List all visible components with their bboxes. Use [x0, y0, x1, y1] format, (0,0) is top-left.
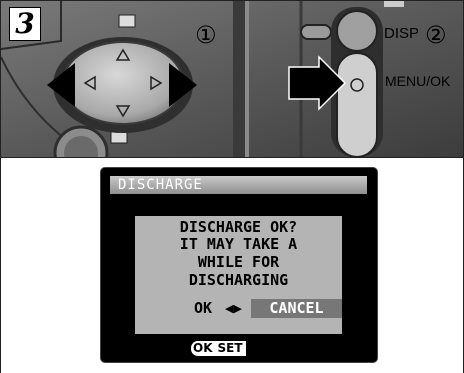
callout-two: ②: [425, 21, 447, 49]
message-line-4: DISCHARGING: [188, 271, 289, 289]
message-line-2: IT MAY TAKE A: [179, 235, 298, 253]
message-line-1: DISCHARGE OK?: [179, 218, 298, 236]
disp-label: DISP: [384, 25, 420, 42]
dialog-title: DISCHARGE: [118, 177, 203, 193]
ok-set-hint: OK SET: [191, 341, 246, 356]
dialog-title-bar: DISCHARGE: [110, 176, 367, 194]
camera-photo: 3 ① ② DISP MENU/OK: [1, 1, 463, 157]
callout-one: ①: [195, 21, 217, 49]
step-number: 3: [9, 7, 41, 41]
set-hint-label: SET: [214, 341, 246, 356]
menu-ok-label: MENU/OK: [385, 73, 451, 89]
instruction-figure: 3 ① ② DISP MENU/OK DISCHARGE DISCHARGE O…: [0, 0, 464, 373]
ok-hint-label: OK: [191, 341, 215, 356]
cancel-option[interactable]: CANCEL: [251, 299, 342, 318]
ok-option[interactable]: OK: [194, 300, 212, 317]
message-line-3: WHILE FOR: [197, 253, 280, 271]
left-right-arrows-icon: ◀▶: [225, 302, 242, 315]
